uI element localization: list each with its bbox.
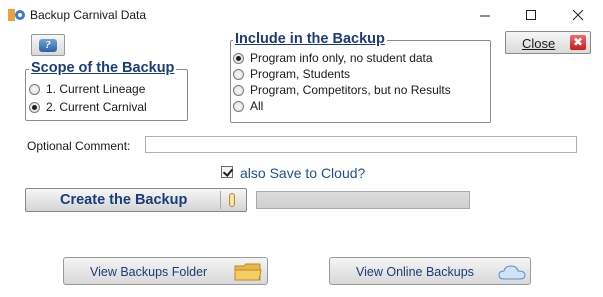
include-option-program-only[interactable]: Program info only, no student data — [233, 50, 451, 66]
help-icon: ? — [39, 38, 57, 52]
view-online-backups-label: View Online Backups — [356, 265, 474, 279]
create-backup-label: Create the Backup — [60, 192, 188, 208]
comment-input[interactable] — [145, 136, 577, 153]
button-divider — [220, 191, 221, 209]
window-title: Backup Carnival Data — [30, 8, 147, 22]
minimize-button[interactable] — [462, 0, 508, 31]
radio-button[interactable] — [233, 84, 244, 96]
scope-option-carnival[interactable]: 2. Current Carnival — [29, 99, 147, 115]
include-option-competitors[interactable]: Program, Competitors, but no Results — [233, 82, 451, 98]
cloud-icon — [498, 265, 526, 280]
scope-group-legend: Scope of the Backup — [29, 60, 177, 76]
include-option-students[interactable]: Program, Students — [233, 66, 451, 82]
close-button[interactable]: Close ✖ — [505, 31, 591, 54]
save-to-cloud-label[interactable]: also Save to Cloud? — [240, 165, 365, 181]
scope-option-lineage[interactable]: 1. Current Lineage — [29, 81, 147, 97]
app-icon — [8, 9, 25, 21]
title-bar: Backup Carnival Data — [0, 0, 603, 31]
help-button[interactable]: ? — [31, 34, 65, 56]
close-button-label: Close — [522, 36, 556, 51]
folder-icon — [234, 263, 262, 281]
radio-button[interactable] — [29, 101, 40, 113]
create-backup-button[interactable]: Create the Backup — [25, 188, 247, 212]
close-icon — [572, 10, 583, 21]
include-option-all[interactable]: All — [233, 98, 451, 114]
view-backups-folder-label: View Backups Folder — [90, 265, 208, 279]
thermometer-icon — [229, 193, 235, 207]
radio-button[interactable] — [233, 100, 244, 112]
comment-label: Optional Comment: — [27, 139, 131, 153]
view-backups-folder-button[interactable]: View Backups Folder — [63, 257, 268, 285]
backup-progress-bar — [256, 191, 470, 209]
maximize-icon — [525, 10, 536, 20]
close-x-icon: ✖ — [570, 35, 586, 50]
include-group-legend: Include in the Backup — [233, 31, 387, 47]
include-options: Program info only, no student data Progr… — [233, 50, 451, 114]
view-online-backups-button[interactable]: View Online Backups — [329, 257, 531, 285]
maximize-button[interactable] — [508, 0, 554, 31]
save-to-cloud-checkbox[interactable] — [221, 166, 233, 178]
radio-button[interactable] — [233, 52, 244, 64]
window-close-button[interactable] — [555, 0, 601, 31]
radio-button[interactable] — [233, 68, 244, 80]
scope-options: 1. Current Lineage 2. Current Carnival — [29, 81, 147, 115]
minimize-icon — [479, 15, 490, 17]
radio-button[interactable] — [29, 83, 40, 95]
